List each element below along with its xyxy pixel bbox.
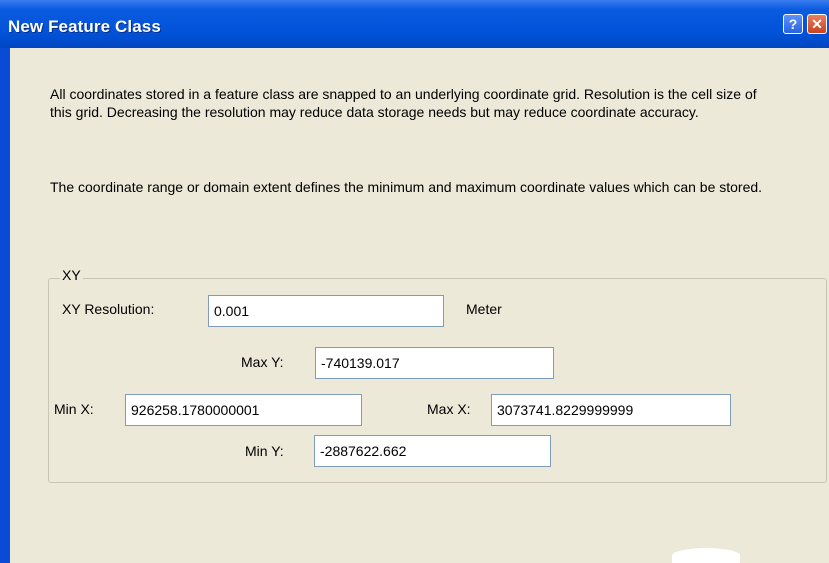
help-icon: ? <box>788 16 798 32</box>
new-feature-class-window: New Feature Class ? ✕ All coordinates st… <box>0 0 829 563</box>
close-button[interactable]: ✕ <box>807 14 827 34</box>
min-y-label: Min Y: <box>245 443 284 459</box>
xy-resolution-unit: Meter <box>466 301 502 317</box>
title-bar[interactable]: New Feature Class ? ✕ <box>0 0 829 48</box>
xy-group-label: XY <box>60 267 83 283</box>
max-x-label: Max X: <box>427 401 471 417</box>
max-y-input[interactable] <box>315 347 554 379</box>
domain-description: The coordinate range or domain extent de… <box>50 179 763 195</box>
help-button[interactable]: ? <box>783 14 803 34</box>
dialog-body: All coordinates stored in a feature clas… <box>10 48 829 563</box>
min-x-input[interactable] <box>125 394 362 426</box>
min-x-label: Min X: <box>54 401 94 417</box>
xy-resolution-input[interactable] <box>208 295 444 327</box>
max-y-label: Max Y: <box>241 354 284 370</box>
window-title: New Feature Class <box>8 17 161 36</box>
min-y-input[interactable] <box>314 435 551 467</box>
xy-resolution-label: XY Resolution: <box>62 301 155 317</box>
bottom-highlight <box>672 548 740 563</box>
resolution-description: All coordinates stored in a feature clas… <box>50 86 757 120</box>
close-icon: ✕ <box>811 15 823 32</box>
max-x-input[interactable] <box>491 394 731 426</box>
